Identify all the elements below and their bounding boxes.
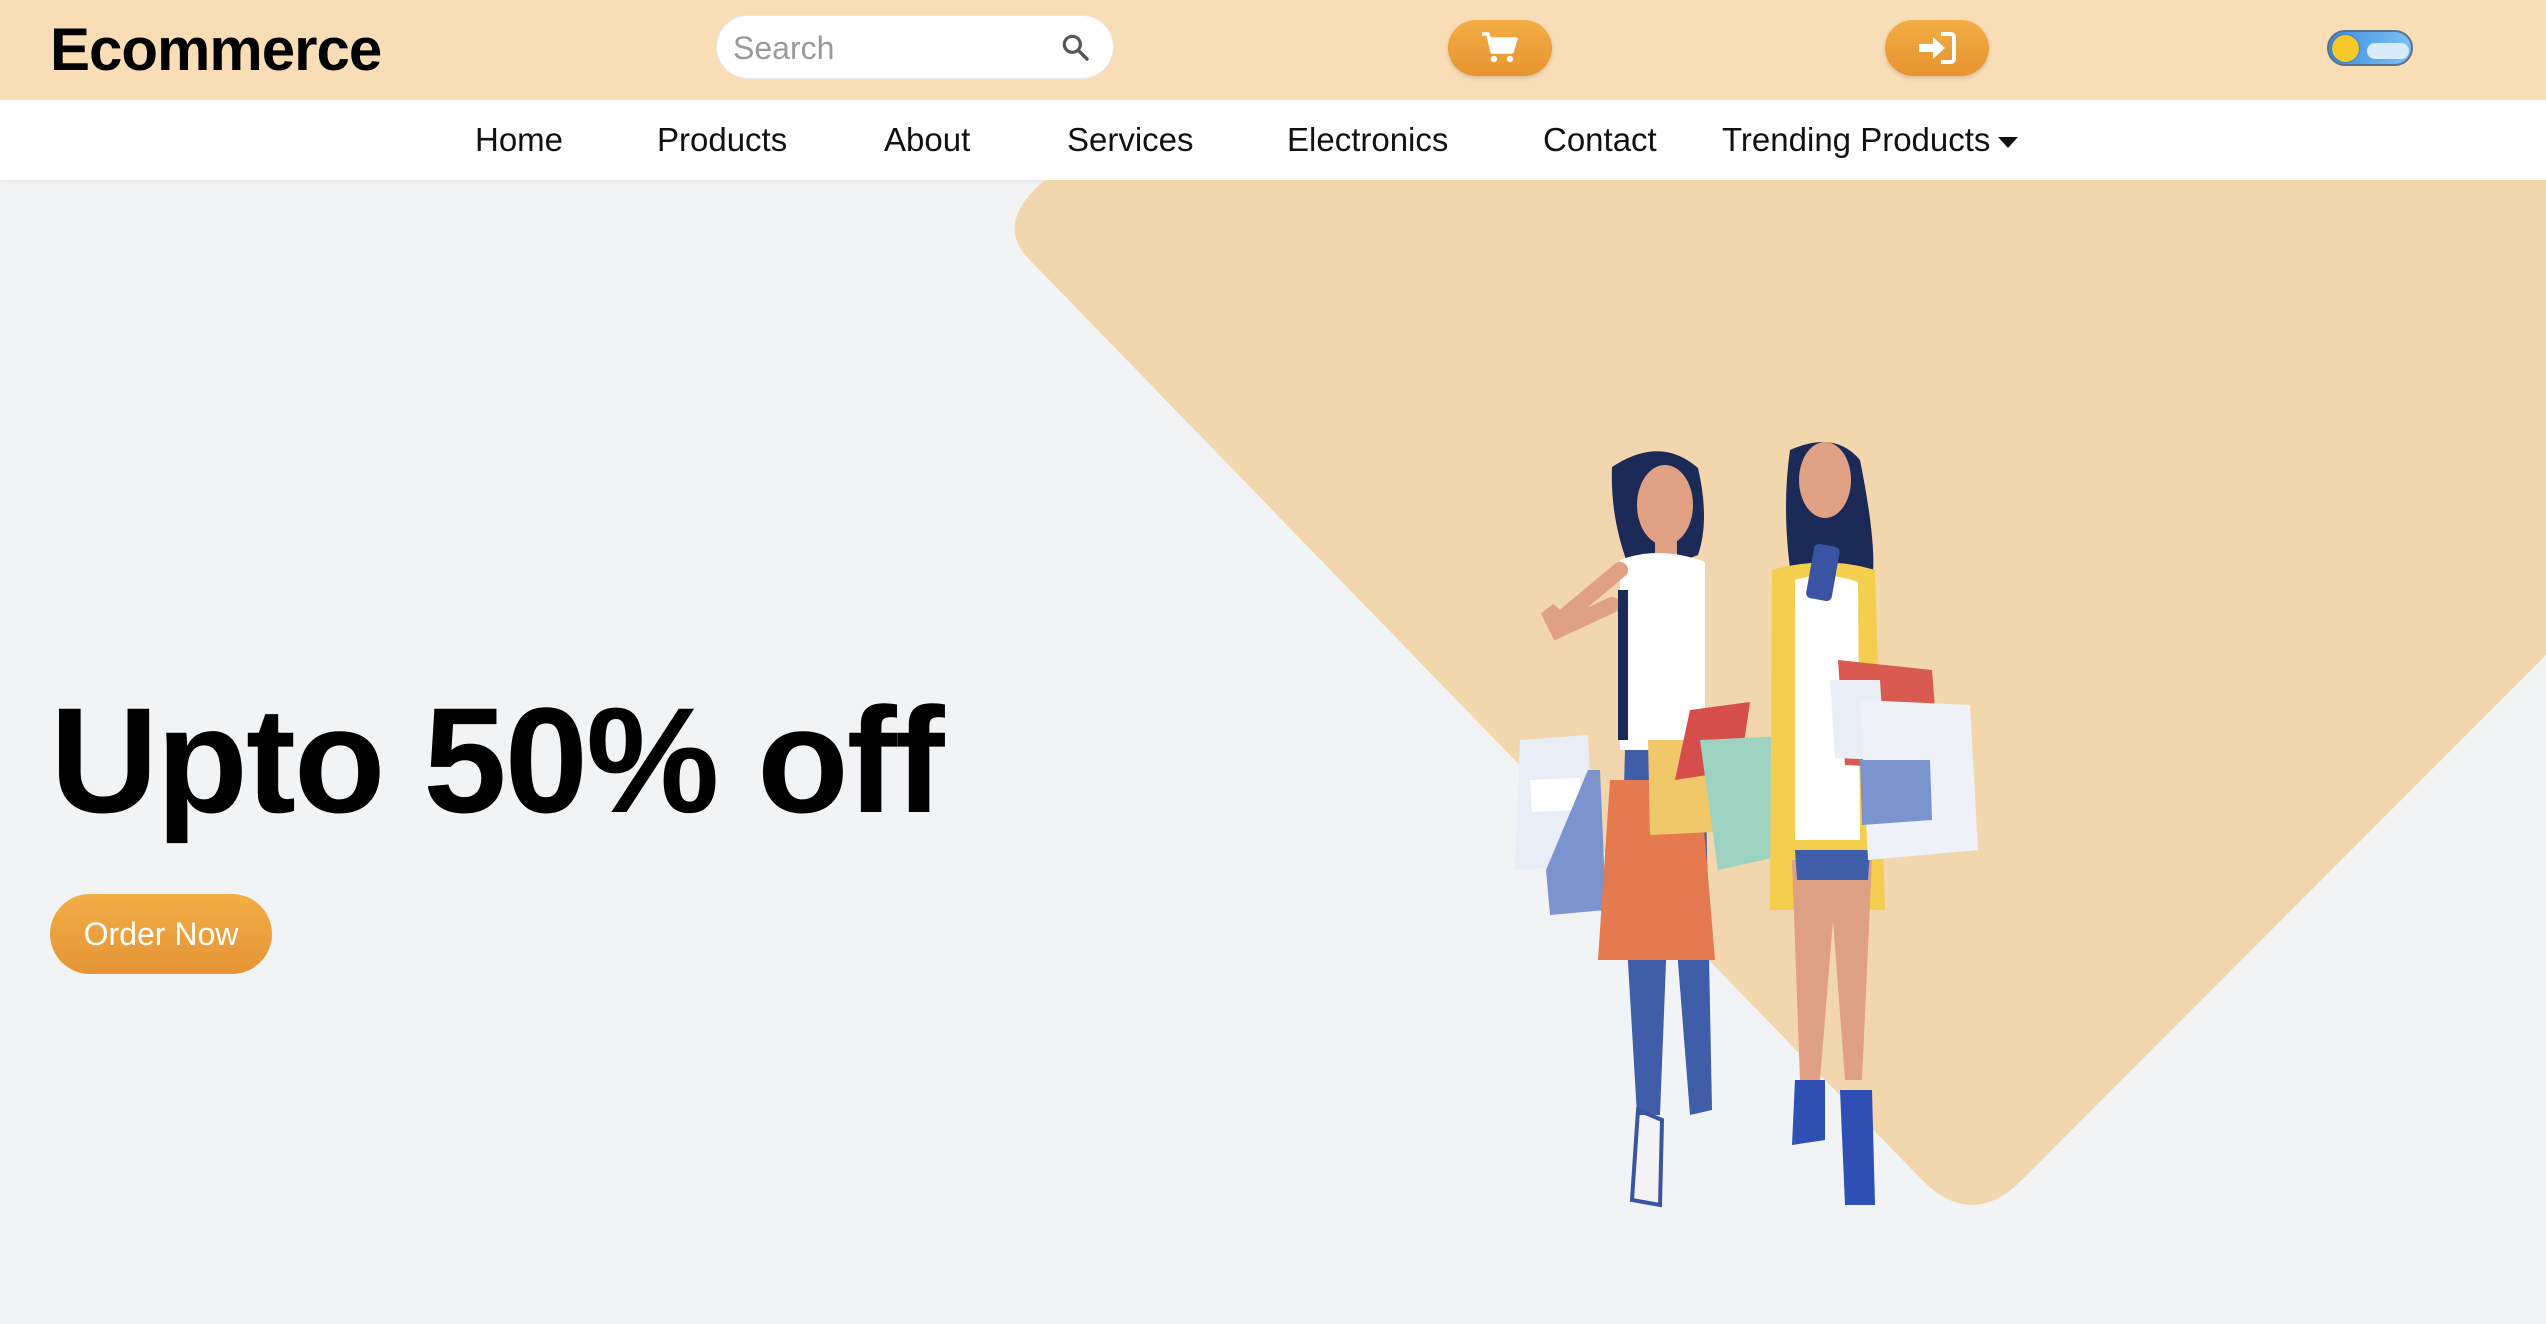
nav-item-services[interactable]: Services bbox=[1067, 118, 1194, 162]
nav-item-products[interactable]: Products bbox=[657, 118, 787, 162]
top-header: Ecommerce bbox=[0, 0, 2546, 100]
cart-button[interactable] bbox=[1448, 20, 1552, 76]
hero-headline: Upto 50% off bbox=[50, 676, 945, 844]
shopping-women-illustration bbox=[1515, 442, 1978, 1208]
main-nav: Home Products About Services Electronics… bbox=[0, 100, 2546, 180]
site-logo[interactable]: Ecommerce bbox=[50, 14, 382, 86]
cart-icon bbox=[1482, 32, 1518, 63]
theme-toggle[interactable] bbox=[2327, 30, 2413, 66]
order-now-button[interactable]: Order Now bbox=[50, 894, 272, 974]
search-bar bbox=[716, 15, 1114, 79]
caret-down-icon bbox=[1998, 136, 2019, 148]
search-icon[interactable] bbox=[1059, 31, 1091, 63]
nav-item-electronics[interactable]: Electronics bbox=[1287, 118, 1448, 162]
sun-icon bbox=[2332, 35, 2359, 62]
cloud-icon bbox=[2367, 43, 2409, 59]
nav-item-trending-products[interactable]: Trending Products bbox=[1722, 118, 2019, 162]
nav-item-contact[interactable]: Contact bbox=[1543, 118, 1657, 162]
nav-item-home[interactable]: Home bbox=[475, 118, 563, 162]
search-input[interactable] bbox=[731, 22, 1055, 74]
sign-in-icon bbox=[1919, 32, 1956, 64]
login-button[interactable] bbox=[1885, 20, 1989, 76]
nav-item-label: Trending Products bbox=[1722, 121, 1991, 158]
nav-item-about[interactable]: About bbox=[884, 118, 970, 162]
